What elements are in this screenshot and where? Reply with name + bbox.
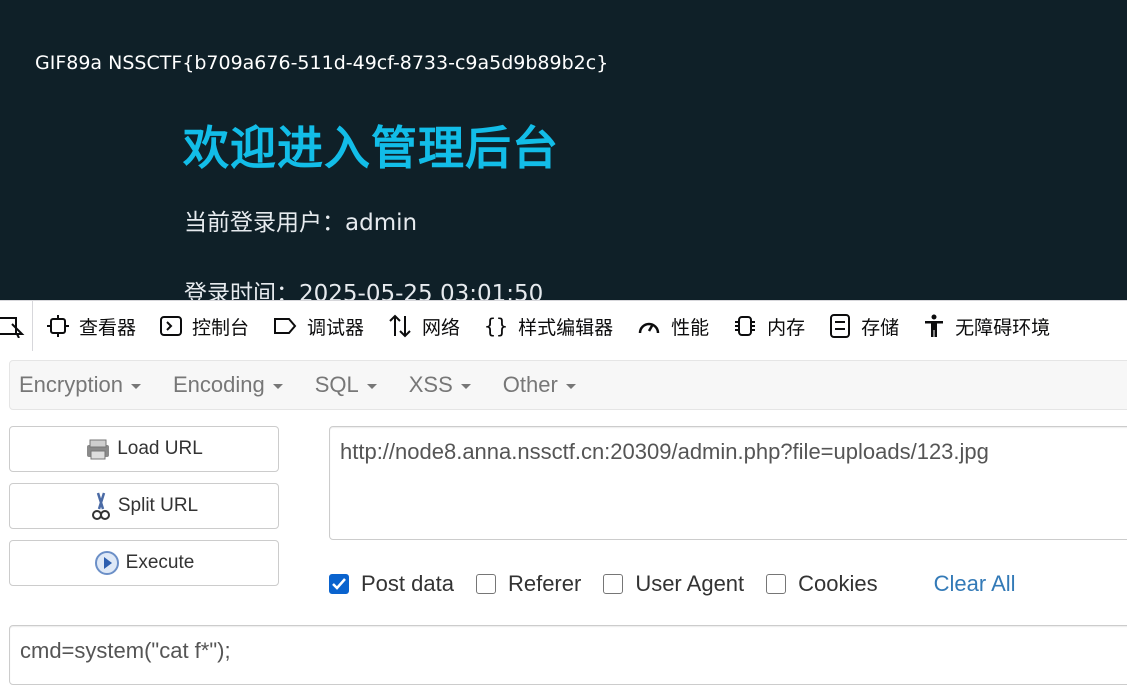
hackbar-panel: Encryption Encoding SQL XSS Other Load U… — [0, 351, 1127, 685]
tab-style-editor[interactable]: {} 样式编辑器 — [470, 301, 623, 351]
url-value: http://node8.anna.nssctf.cn:20309/admin.… — [340, 439, 989, 464]
menu-encoding[interactable]: Encoding — [173, 372, 283, 398]
menu-other[interactable]: Other — [503, 372, 576, 398]
scissors-icon — [91, 492, 110, 520]
inspector-icon — [47, 315, 69, 337]
tab-label: 性能 — [671, 316, 710, 339]
style-editor-icon: {} — [484, 315, 508, 337]
tab-debugger[interactable]: 调试器 — [259, 301, 374, 351]
option-post-data[interactable]: Post data — [329, 571, 454, 597]
load-url-icon — [87, 439, 110, 460]
flag-output: GIF89a NSSCTF{b709a676-511d-49cf-8733-c9… — [35, 52, 609, 74]
clear-all-link[interactable]: Clear All — [934, 571, 1016, 597]
tab-inspector[interactable]: 查看器 — [33, 301, 146, 351]
post-data-checkbox[interactable] — [329, 574, 349, 594]
split-url-button[interactable]: Split URL — [9, 483, 279, 529]
option-cookies[interactable]: Cookies — [766, 571, 878, 597]
cookies-checkbox[interactable] — [766, 574, 787, 594]
tab-label: 调试器 — [307, 316, 365, 339]
menu-xss[interactable]: XSS — [409, 372, 471, 398]
svg-text:{}: {} — [484, 315, 508, 337]
load-url-button[interactable]: Load URL — [9, 426, 279, 472]
checkmark-icon — [332, 578, 346, 590]
accessibility-icon — [925, 314, 944, 337]
tab-label: 无障碍环境 — [955, 316, 1051, 339]
tab-label: 网络 — [422, 316, 461, 339]
network-icon — [389, 314, 411, 338]
post-data-value: cmd=system("cat f*"); — [20, 638, 231, 663]
element-picker-button[interactable] — [0, 301, 33, 351]
element-picker-icon — [0, 317, 25, 338]
caret-down-icon — [460, 383, 471, 389]
menu-encryption[interactable]: Encryption — [19, 372, 141, 398]
execute-button[interactable]: Execute — [9, 540, 279, 586]
performance-icon — [638, 322, 660, 334]
storage-icon — [830, 314, 851, 338]
referer-checkbox[interactable] — [475, 574, 496, 594]
memory-icon — [735, 316, 756, 336]
play-icon — [94, 551, 119, 575]
caret-down-icon — [130, 383, 141, 389]
user-agent-checkbox[interactable] — [603, 574, 624, 594]
tab-label: 存储 — [861, 316, 900, 339]
option-user-agent[interactable]: User Agent — [603, 571, 744, 597]
caret-down-icon — [565, 383, 576, 389]
current-user-text: 当前登录用户：admin — [184, 210, 418, 236]
hackbar-options: Post data Referer User Agent Cookies Cle… — [329, 569, 1016, 599]
console-icon — [160, 316, 183, 336]
page-title: 欢迎进入管理后台 — [183, 121, 559, 175]
login-time-text: 登录时间：2025-05-25 03:01:50 — [184, 281, 544, 300]
tab-network[interactable]: 网络 — [374, 301, 470, 351]
tab-console[interactable]: 控制台 — [146, 301, 259, 351]
tab-label: 查看器 — [79, 316, 137, 339]
tab-label: 样式编辑器 — [518, 316, 614, 339]
tab-label: 内存 — [767, 316, 806, 339]
tab-performance[interactable]: 性能 — [623, 301, 719, 351]
caret-down-icon — [272, 383, 283, 389]
tab-memory[interactable]: 内存 — [719, 301, 815, 351]
url-textarea[interactable]: http://node8.anna.nssctf.cn:20309/admin.… — [329, 426, 1127, 540]
tab-storage[interactable]: 存储 — [815, 301, 909, 351]
post-data-textarea[interactable]: cmd=system("cat f*"); — [9, 625, 1127, 685]
devtools-toolbar: 查看器 控制台 调试器 网络 {} 样式编辑器 性能 内存 存储 无障碍环境 — [0, 300, 1127, 352]
menu-sql[interactable]: SQL — [315, 372, 377, 398]
hackbar-menubar: Encryption Encoding SQL XSS Other — [9, 360, 1127, 410]
page-content: GIF89a NSSCTF{b709a676-511d-49cf-8733-c9… — [0, 0, 1127, 300]
debugger-icon — [274, 318, 297, 334]
tab-accessibility[interactable]: 无障碍环境 — [909, 301, 1060, 351]
caret-down-icon — [366, 383, 377, 389]
tab-label: 控制台 — [192, 316, 250, 339]
option-referer[interactable]: Referer — [475, 571, 581, 597]
